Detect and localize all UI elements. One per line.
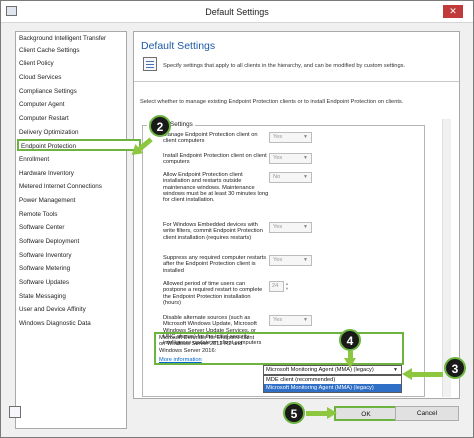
sidebar-item-power-management[interactable]: Power Management xyxy=(19,195,125,207)
option-mma-legacy[interactable]: Microsoft Monitoring Agent (MMA) (legacy… xyxy=(264,384,401,392)
sidebar-item-enrollment[interactable]: Enrollment xyxy=(19,154,125,166)
install-client-dropdown[interactable]: Yes ▼ xyxy=(269,153,312,164)
sidebar-item-background-intelligent-transfer[interactable]: Background Intelligent Transfer xyxy=(19,33,125,45)
option-mde-client[interactable]: MDE client (recommended) xyxy=(264,376,401,384)
sidebar-item-delivery-optimization[interactable]: Delivery Optimization xyxy=(19,127,125,139)
setting-label-install-client: Install Endpoint Protection client on cl… xyxy=(163,153,267,166)
setting-label-outside-maintenance: Allow Endpoint Protection client install… xyxy=(163,172,269,204)
sidebar-item-hardware-inventory[interactable]: Hardware Inventory xyxy=(19,168,125,180)
mde-client-options[interactable]: MDE client (recommended) Microsoft Monit… xyxy=(263,375,402,393)
chevron-down-icon: ▼ xyxy=(303,224,308,230)
outside-maintenance-dropdown[interactable]: No ▼ xyxy=(269,172,312,183)
sidebar-item-cloud-services[interactable]: Cloud Services xyxy=(19,72,125,84)
vertical-scrollbar[interactable] xyxy=(442,119,451,397)
suppress-restarts-value: Yes xyxy=(273,257,283,263)
chevron-down-icon: ▼ xyxy=(303,155,308,161)
alternate-sources-dropdown[interactable]: Yes ▼ xyxy=(269,315,312,326)
write-filters-dropdown[interactable]: Yes ▼ xyxy=(269,222,312,233)
setting-label-mde-client: Microsoft Defender for Endpoint client o… xyxy=(159,335,255,354)
settings-dialog: Default Settings ✕ Background Intelligen… xyxy=(0,0,474,438)
more-information-link[interactable]: More information xyxy=(159,357,202,363)
setting-label-postpone-restart: Allowed period of time users can postpon… xyxy=(163,281,263,306)
sidebar-item-metered-internet-connections[interactable]: Metered Internet Connections xyxy=(19,181,125,193)
chevron-down-icon: ▼ xyxy=(393,367,398,373)
sidebar-item-software-inventory[interactable]: Software Inventory xyxy=(19,250,125,262)
callout-badge-4: 4 xyxy=(339,329,361,351)
window-title: Default Settings xyxy=(205,7,269,17)
settings-instruction: Select whether to manage existing Endpoi… xyxy=(140,99,404,105)
setting-label-suppress-restarts: Suppress any required computer restarts … xyxy=(163,255,267,274)
sidebar-item-client-policy[interactable]: Client Policy xyxy=(19,58,125,70)
chevron-down-icon: ▼ xyxy=(303,257,308,263)
chevron-down-icon: ▼ xyxy=(303,174,308,180)
chevron-down-icon: ▼ xyxy=(303,317,308,323)
sidebar-item-endpoint-protection[interactable]: Endpoint Protection xyxy=(17,139,141,151)
mde-selected-value: Microsoft Monitoring Agent (MMA) (legacy… xyxy=(266,367,374,373)
sidebar-item-software-deployment[interactable]: Software Deployment xyxy=(19,236,125,248)
sidebar-item-client-cache-settings[interactable]: Client Cache Settings xyxy=(19,45,125,57)
sidebar-item-computer-restart[interactable]: Computer Restart xyxy=(19,113,125,125)
sidebar-item-software-metering[interactable]: Software Metering xyxy=(19,263,125,275)
divider xyxy=(134,81,459,82)
setting-label-write-filters: For Windows Embedded devices with write … xyxy=(163,222,263,241)
write-filters-value: Yes xyxy=(273,224,283,230)
sidebar-item-software-center[interactable]: Software Center xyxy=(19,222,125,234)
sidebar-item-software-updates[interactable]: Software Updates xyxy=(19,277,125,289)
sidebar-item-windows-diagnostic-data[interactable]: Windows Diagnostic Data xyxy=(19,318,125,330)
manage-client-value: Yes xyxy=(273,134,283,140)
settings-document-icon xyxy=(143,57,157,71)
callout-badge-5: 5 xyxy=(283,402,305,424)
page-title: Default Settings xyxy=(141,40,216,52)
title-bar: Default Settings ✕ xyxy=(1,1,473,23)
callout-badge-2: 2 xyxy=(149,115,171,137)
suppress-restarts-dropdown[interactable]: Yes ▼ xyxy=(269,255,312,266)
sidebar-item-remote-tools[interactable]: Remote Tools xyxy=(19,209,125,221)
sidebar-item-user-and-device-affinity[interactable]: User and Device Affinity xyxy=(19,304,125,316)
setting-label-manage-client: Manage Endpoint Protection client on cli… xyxy=(163,132,258,145)
settings-category-list[interactable]: Background Intelligent Transfer Client C… xyxy=(15,31,141,429)
spinner-arrows-icon[interactable]: ▲ ▼ xyxy=(285,281,290,292)
callout-arrow-5 xyxy=(306,407,337,419)
chevron-down-icon: ▼ xyxy=(303,134,308,140)
postpone-hours-spinner[interactable]: 24 xyxy=(269,281,284,292)
cancel-button[interactable]: Cancel xyxy=(395,406,459,421)
outside-maintenance-value: No xyxy=(273,174,281,180)
manage-client-dropdown[interactable]: Yes ▼ xyxy=(269,132,312,143)
callout-arrow-4 xyxy=(344,351,356,368)
callout-badge-3: 3 xyxy=(444,357,466,379)
mde-client-dropdown[interactable]: Microsoft Monitoring Agent (MMA) (legacy… xyxy=(263,365,402,375)
ok-button[interactable]: OK xyxy=(334,406,398,421)
sidebar-item-computer-agent[interactable]: Computer Agent xyxy=(19,99,125,111)
alternate-sources-value: Yes xyxy=(273,317,283,323)
sidebar-item-compliance-settings[interactable]: Compliance Settings xyxy=(19,86,125,98)
close-button[interactable]: ✕ xyxy=(443,5,463,18)
dialog-grip-icon xyxy=(9,406,21,418)
settings-description: Specify settings that apply to all clien… xyxy=(163,63,406,69)
sidebar-item-state-messaging[interactable]: State Messaging xyxy=(19,291,125,303)
install-client-value: Yes xyxy=(273,155,283,161)
callout-arrow-3 xyxy=(402,368,443,380)
